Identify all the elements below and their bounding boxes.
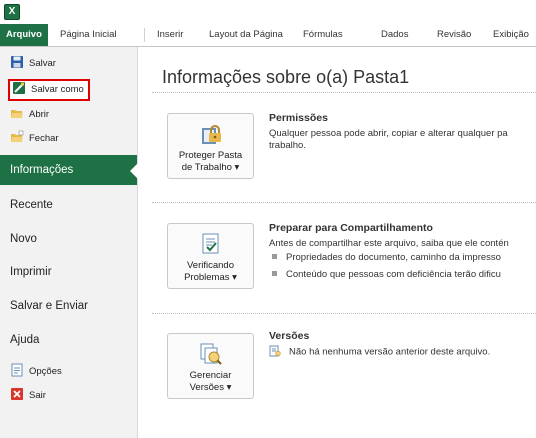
tab-separator [144, 28, 145, 42]
versions-heading: Versões [269, 330, 310, 342]
tab-revisao[interactable]: Revisão [437, 24, 471, 46]
divider [152, 313, 536, 314]
open-label: Abrir [29, 109, 50, 120]
inspect-document-icon [199, 232, 223, 256]
prepare-sharing-heading: Preparar para Compartilhamento [269, 222, 433, 234]
versions-text: Não há nenhuma versão anterior deste arq… [289, 346, 491, 358]
nav-salvar-e-enviar[interactable]: Salvar e Enviar [0, 291, 137, 321]
exit-icon [10, 387, 24, 401]
manage-versions-label-line1: Gerenciar [189, 370, 232, 381]
save-command[interactable]: Salvar [10, 54, 56, 74]
options-command[interactable]: Opções [10, 362, 62, 382]
manage-versions-label-line2: Versões ▾ [189, 382, 232, 393]
prepare-sharing-text: Antes de compartilhar este arquivo, saib… [269, 238, 509, 249]
permissions-heading: Permissões [269, 112, 328, 124]
check-issues-label-line2: Problemas ▾ [184, 272, 237, 283]
lock-icon [199, 122, 223, 146]
divider [152, 202, 536, 203]
tab-inserir[interactable]: Inserir [157, 24, 183, 46]
divider [152, 92, 536, 93]
exit-label: Sair [29, 390, 46, 401]
nav-ajuda[interactable]: Ajuda [0, 325, 137, 355]
versions-icon [199, 342, 223, 366]
save-icon [10, 55, 24, 69]
title-bar: X [0, 0, 536, 24]
tab-layout-da-pagina[interactable]: Layout da Página [209, 24, 283, 46]
options-icon [10, 363, 24, 377]
save-as-icon [12, 81, 26, 95]
close-folder-icon [10, 130, 24, 144]
save-label: Salvar [29, 58, 56, 69]
open-folder-icon [10, 106, 24, 120]
protect-workbook-button[interactable]: Proteger Pasta de Trabalho ▾ [167, 113, 254, 179]
open-command[interactable]: Abrir [10, 105, 49, 125]
permissions-text: Qualquer pessoa pode abrir, copiar e alt… [269, 128, 508, 151]
list-item: Conteúdo que pessoas com deficiência ter… [272, 269, 501, 280]
ribbon-tabs: Arquivo Página Inicial Inserir Layout da… [0, 24, 536, 47]
nav-imprimir[interactable]: Imprimir [0, 257, 137, 287]
protect-workbook-label-line1: Proteger Pasta [178, 150, 243, 161]
nav-novo[interactable]: Novo [0, 224, 137, 254]
list-item: Propriedades do documento, caminho da im… [272, 252, 501, 263]
info-pane: Informações sobre o(a) Pasta1 Proteger P… [138, 47, 536, 438]
tab-dados[interactable]: Dados [381, 24, 408, 46]
save-as-label: Salvar como [31, 84, 84, 95]
page-title: Informações sobre o(a) Pasta1 [162, 67, 410, 87]
tab-pagina-inicial[interactable]: Página Inicial [60, 24, 117, 46]
close-label: Fechar [29, 133, 59, 144]
tab-formulas[interactable]: Fórmulas [303, 24, 343, 46]
tab-arquivo[interactable]: Arquivo [0, 24, 48, 46]
save-as-command[interactable]: Salvar como [8, 79, 90, 101]
backstage-nav: Salvar Salvar como Abrir Fechar Informaç… [0, 47, 138, 438]
exit-command[interactable]: Sair [10, 386, 46, 406]
close-command[interactable]: Fechar [10, 129, 59, 149]
check-issues-button[interactable]: Verificando Problemas ▾ [167, 223, 254, 289]
bullet-text: Propriedades do documento, caminho da im… [286, 252, 501, 263]
manage-versions-button[interactable]: Gerenciar Versões ▾ [167, 333, 254, 399]
nav-recente[interactable]: Recente [0, 190, 137, 220]
check-issues-label-line1: Verificando [186, 260, 234, 271]
version-document-icon [269, 345, 281, 357]
excel-app-icon[interactable]: X [4, 4, 20, 20]
protect-workbook-label-line2: de Trabalho ▾ [181, 162, 240, 173]
versions-status: Não há nenhuma versão anterior deste arq… [269, 345, 491, 358]
bullet-text: Conteúdo que pessoas com deficiência ter… [286, 269, 501, 280]
bullet-square-icon [272, 270, 277, 276]
tab-exibicao[interactable]: Exibição [493, 24, 529, 46]
nav-informacoes[interactable]: Informações [0, 155, 138, 185]
bullet-square-icon [272, 253, 277, 259]
options-label: Opções [29, 366, 62, 377]
